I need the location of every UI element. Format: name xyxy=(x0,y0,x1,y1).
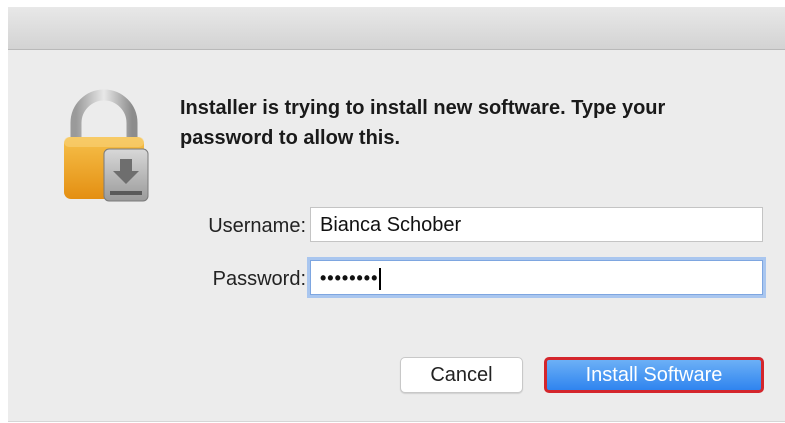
password-field[interactable]: •••••••• xyxy=(310,260,763,295)
username-label-text: Username: xyxy=(208,215,306,237)
page: Installer is trying to install new softw… xyxy=(0,0,785,423)
dialog-message: Installer is trying to install new softw… xyxy=(180,97,666,149)
install-software-button[interactable]: Install Software xyxy=(544,357,764,393)
password-label-text: Password: xyxy=(212,268,306,290)
title-bar[interactable] xyxy=(8,7,785,50)
password-masked-value: •••••••• xyxy=(320,268,379,289)
username-label: Username: xyxy=(176,215,306,238)
cancel-button[interactable]: Cancel xyxy=(400,357,523,393)
text-cursor xyxy=(379,267,382,290)
lock-icon xyxy=(62,89,152,204)
username-field[interactable]: Bianca Schober xyxy=(310,207,763,242)
auth-dialog: Installer is trying to install new softw… xyxy=(8,7,785,422)
password-label: Password: xyxy=(176,268,306,291)
